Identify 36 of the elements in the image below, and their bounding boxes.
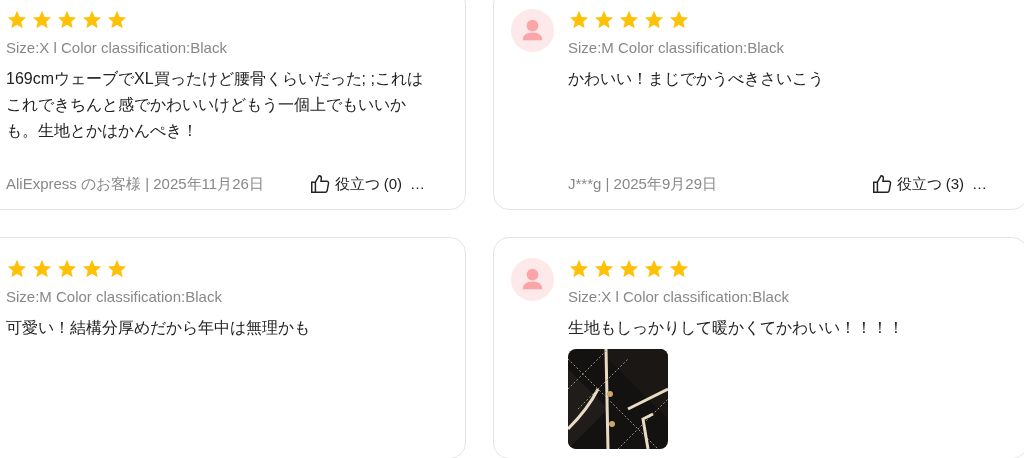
sku-info: Size:M Color classification:Black bbox=[6, 287, 223, 307]
star-icon bbox=[618, 9, 640, 31]
star-icon bbox=[6, 9, 28, 31]
star-icon bbox=[31, 258, 53, 280]
thumbs-up-icon bbox=[870, 172, 893, 195]
helpful-button[interactable]: 役立つ (0) bbox=[308, 172, 402, 195]
star-icon bbox=[81, 9, 103, 31]
star-icon bbox=[31, 9, 53, 31]
star-icon bbox=[643, 9, 665, 31]
star-icon bbox=[56, 9, 78, 31]
star-icon bbox=[56, 258, 78, 280]
author-date: J***g | 2025年9月29日 bbox=[568, 173, 717, 194]
star-icon bbox=[618, 258, 640, 280]
more-button[interactable]: … bbox=[972, 172, 987, 195]
star-icon bbox=[106, 9, 128, 31]
star-icon bbox=[643, 258, 665, 280]
review-text: 169cmウェーブでXL買ったけど腰骨くらいだった; ;これはこれできちんと感でかわいいけどもう一個上でもいいかも。生地とかはかんぺき！ bbox=[6, 68, 424, 141]
author-date: AliExpress のお客様 | 2025年11月26日 bbox=[6, 173, 264, 194]
sku-info: Size:M Color classification:Black bbox=[568, 38, 785, 58]
review-text: 可愛い！結構分厚めだから年中は無理かも bbox=[6, 317, 311, 338]
star-icon bbox=[81, 258, 103, 280]
star-icon bbox=[593, 9, 615, 31]
sku-info: Size:X l Color classification:Black bbox=[6, 38, 228, 58]
review-text: かわいい！まじでかうべきさいこう bbox=[568, 68, 825, 89]
thumbs-up-icon bbox=[308, 172, 331, 195]
star-icon bbox=[668, 9, 690, 31]
more-button[interactable]: … bbox=[410, 172, 425, 195]
star-icon bbox=[593, 258, 615, 280]
star-icon bbox=[106, 258, 128, 280]
review-text: 生地もしっかりして暖かくてかわいい！！！！ bbox=[568, 317, 905, 338]
star-icon bbox=[568, 258, 590, 280]
star-icon bbox=[668, 258, 690, 280]
star-icon bbox=[568, 9, 590, 31]
helpful-button[interactable]: 役立つ (3) bbox=[870, 172, 964, 195]
star-icon bbox=[6, 258, 28, 280]
sku-info: Size:X l Color classification:Black bbox=[568, 287, 790, 307]
